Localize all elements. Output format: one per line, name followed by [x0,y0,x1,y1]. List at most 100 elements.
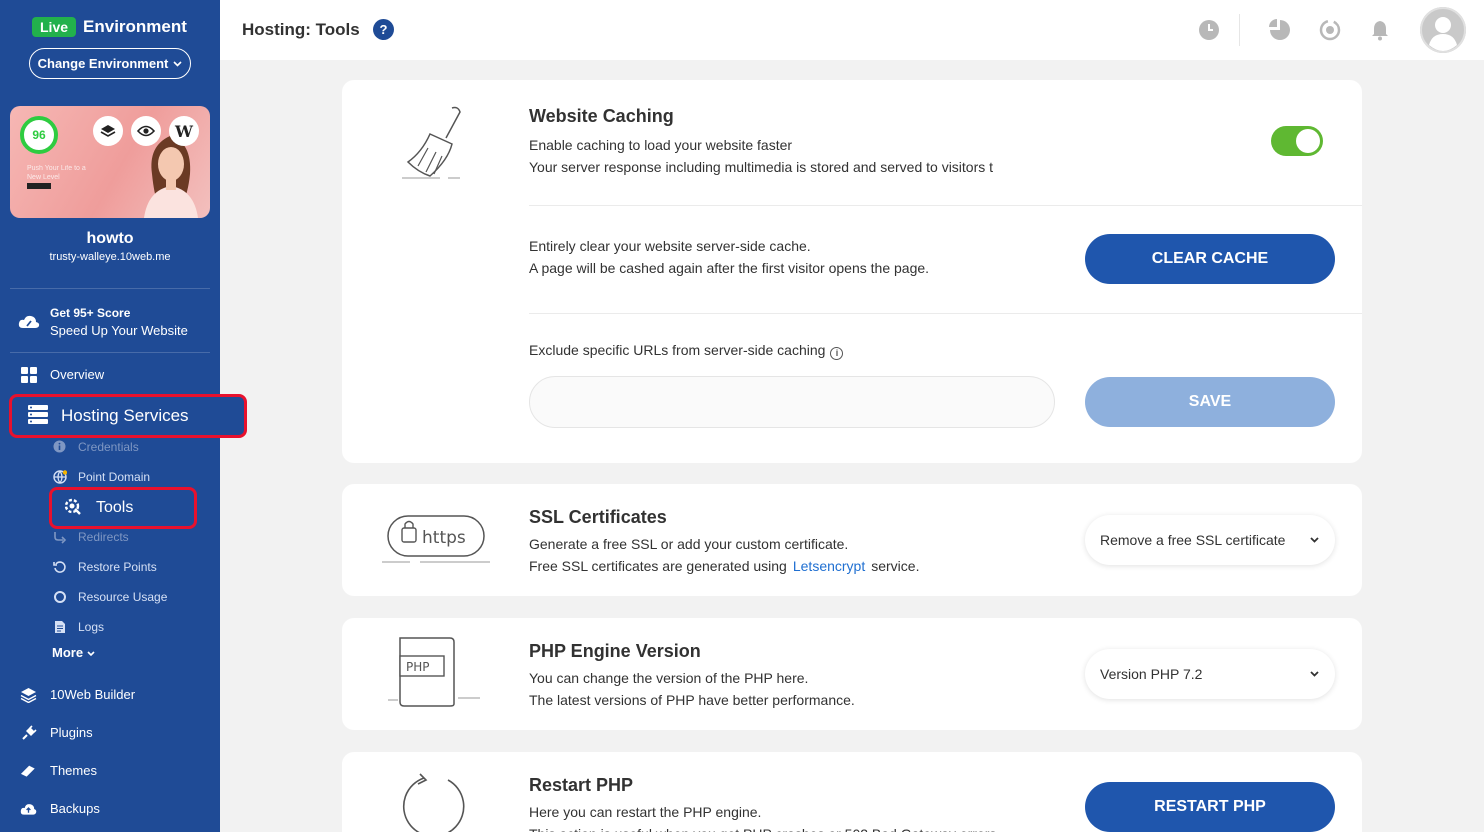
sidebar-item-logs[interactable]: Logs [52,619,104,634]
info-circle-icon [52,439,67,454]
sidebar-item-restore-points[interactable]: Restore Points [52,559,157,574]
site-domain: trusty-walleye.10web.me [49,251,171,263]
user-avatar[interactable] [1420,7,1466,53]
restart-description-2: This action is useful when you get PHP c… [529,823,1000,832]
thumbnail-cta [27,183,51,189]
ssl-select-value: Remove a free SSL certificate [1100,532,1286,548]
page-title: Hosting: Tools [242,20,360,39]
sidebar-item-label: Logs [78,619,105,634]
sidebar-item-label: Point Domain [78,469,151,484]
chevron-down-icon [173,60,182,67]
sidebar-item-themes[interactable]: Themes [20,762,97,779]
sidebar-item-label: Resource Usage [78,589,168,604]
clear-cache-description-1: Entirely clear your website server-side … [529,238,811,254]
globe-icon [52,469,67,484]
ssl-certificates-card: https SSL Certificates Generate a free S… [342,484,1362,596]
promo-subtitle: Speed Up Your Website [50,323,188,338]
speed-gauge-icon[interactable] [1318,18,1342,42]
divider [529,313,1362,314]
ssl-description-2-post: service. [871,558,920,574]
wordpress-icon[interactable]: W [169,116,199,146]
sidebar-more-toggle[interactable]: More [52,645,95,660]
restart-illustration [402,773,465,832]
sidebar-item-credentials[interactable]: Credentials [52,439,139,454]
bell-icon[interactable] [1368,18,1392,42]
letsencrypt-link[interactable]: Letsencrypt [793,558,865,574]
php-engine-card: PHP PHP Engine Version You can change th… [342,618,1362,730]
website-thumbnail[interactable]: 96 Push Your Life to a New Level W [10,106,210,218]
pagespeed-score: 96 [20,116,58,154]
speed-up-promo[interactable]: Get 95+ Score Speed Up Your Website [18,304,188,340]
sidebar-item-label: Backups [50,801,100,816]
eye-icon[interactable] [131,116,161,146]
pie-chart-icon[interactable] [1268,18,1292,42]
chevron-down-icon [87,651,95,657]
clear-cache-button[interactable]: CLEAR CACHE [1085,234,1335,284]
php-version-value: Version PHP 7.2 [1100,666,1203,682]
sidebar-item-point-domain[interactable]: Point Domain [52,469,150,484]
exclude-urls-label: Exclude specific URLs from server-side c… [529,339,844,361]
sidebar-item-label: 10Web Builder [50,687,136,702]
sidebar-item-resource-usage[interactable]: Resource Usage [52,589,167,604]
restart-php-button[interactable]: RESTART PHP [1085,782,1335,832]
sidebar-item-backups[interactable]: Backups [20,800,100,817]
environment-title: Environment [83,17,187,36]
restart-title: Restart PHP [529,775,634,795]
caching-title: Website Caching [529,106,674,126]
https-badge-illustration: https [382,515,490,563]
website-caching-card: Website Caching Enable caching to load y… [342,80,1362,463]
chevron-down-icon [1310,537,1319,543]
sidebar-item-tools[interactable]: Tools [49,487,197,529]
sidebar-item-redirects[interactable]: Redirects [52,529,129,544]
caching-description-2: Your server response including multimedi… [529,159,994,175]
sidebar-item-label: Restore Points [78,559,157,574]
ssl-description-2-pre: Free SSL certificates are generated usin… [529,558,787,574]
top-header: Hosting: Tools ? [220,0,1484,60]
sidebar-item-label: Overview [50,367,105,382]
gear-wrench-icon [62,496,82,521]
php-description-1: You can change the version of the PHP he… [529,670,809,686]
sidebar-item-overview[interactable]: Overview [20,366,104,383]
sidebar-item-plugins[interactable]: Plugins [20,724,93,741]
layers-icon[interactable] [93,116,123,146]
clear-cache-description-2: A page will be cashed again after the fi… [529,260,930,276]
sidebar-item-label: Hosting Services [61,406,189,425]
sidebar-item-10web-builder[interactable]: 10Web Builder [20,686,135,703]
ssl-action-select[interactable]: Remove a free SSL certificate [1085,515,1335,565]
save-button[interactable]: SAVE [1085,377,1335,427]
ring-chart-icon [52,589,67,604]
php-file-illustration: PHP [388,637,480,707]
change-environment-label: Change Environment [37,56,169,71]
document-icon [52,619,67,634]
sidebar-item-label: Credentials [78,439,139,454]
redirect-icon [52,529,67,544]
change-environment-button[interactable]: Change Environment [29,48,191,79]
sidebar-item-label: Plugins [50,725,93,740]
divider [10,352,210,353]
server-icon [28,404,48,429]
site-name: howto [86,230,134,247]
sidebar-item-label: Tools [96,499,134,516]
exclude-urls-label-text: Exclude specific URLs from server-side c… [529,342,826,358]
php-label: PHP [406,660,430,674]
caching-description-1: Enable caching to load your website fast… [529,137,793,153]
environment-header: Live Environment [32,17,187,37]
more-label: More [52,645,84,660]
header-divider [1239,14,1240,46]
restart-php-card: Restart PHP Here you can restart the PHP… [342,752,1362,832]
info-icon[interactable]: i [830,346,844,360]
clock-icon[interactable] [1197,18,1221,42]
sidebar-item-hosting-services[interactable]: Hosting Services [9,394,247,438]
php-version-select[interactable]: Version PHP 7.2 [1085,649,1335,699]
restart-description-1: Here you can restart the PHP engine. [529,804,762,820]
caching-toggle[interactable] [1271,126,1323,156]
ssl-description-2: Free SSL certificates are generated usin… [529,555,919,577]
help-icon[interactable]: ? [373,19,394,40]
exclude-urls-input[interactable] [529,376,1055,428]
live-badge: Live [32,17,77,37]
sidebar-item-label: Redirects [78,529,129,544]
ssl-description-1: Generate a free SSL or add your custom c… [529,536,849,552]
sidebar-item-label: Themes [50,763,97,778]
broom-illustration [402,106,461,179]
divider [529,205,1362,206]
